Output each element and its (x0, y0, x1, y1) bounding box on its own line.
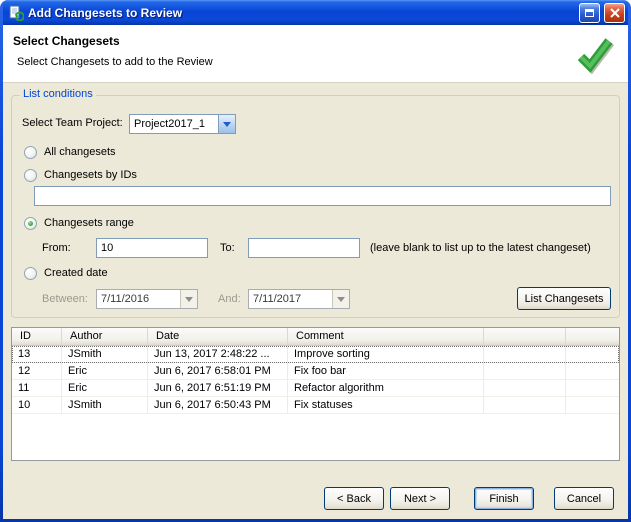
cell-author: Eric (62, 363, 148, 379)
between-date-value: 7/11/2016 (101, 293, 150, 305)
dialog-window: Add Changesets to Review Select Changese… (0, 0, 631, 522)
cell-blank (484, 380, 566, 396)
table-header-row: ID Author Date Comment (12, 328, 619, 346)
cell-date: Jun 6, 2017 6:51:19 PM (148, 380, 288, 396)
radio-changesets-range[interactable]: Changesets range (24, 216, 134, 230)
chevron-down-icon (223, 121, 231, 127)
radio-created-date[interactable]: Created date (24, 266, 108, 280)
cell-id: 12 (12, 363, 62, 379)
combo-dropdown-button[interactable] (218, 115, 235, 133)
radio-changesets-by-ids[interactable]: Changesets by IDs (24, 168, 137, 182)
to-label: To: (220, 242, 235, 254)
between-date-picker: 7/11/2016 (96, 289, 198, 309)
and-date-value: 7/11/2017 (253, 293, 302, 305)
radio-circle-icon (24, 145, 37, 159)
cell-date: Jun 6, 2017 6:50:43 PM (148, 397, 288, 413)
cell-date: Jun 13, 2017 2:48:22 ... (148, 346, 288, 362)
cell-author: JSmith (62, 346, 148, 362)
from-label: From: (42, 242, 71, 254)
radio-ids-label: Changesets by IDs (44, 169, 137, 181)
cell-id: 11 (12, 380, 62, 396)
cell-comment: Fix foo bar (288, 363, 484, 379)
range-hint: (leave blank to list up to the latest ch… (370, 242, 591, 254)
team-project-value: Project2017_1 (134, 118, 205, 130)
maximize-icon (585, 8, 594, 17)
cancel-button[interactable]: Cancel (554, 487, 614, 510)
radio-all-changesets[interactable]: All changesets (24, 145, 116, 159)
calendar-dropdown-button (332, 290, 349, 308)
close-button[interactable] (604, 2, 625, 23)
and-date-picker: 7/11/2017 (248, 289, 350, 309)
wizard-header: Select Changesets Select Changesets to a… (3, 25, 628, 83)
window-icon (8, 5, 25, 21)
list-changesets-button[interactable]: List Changesets (517, 287, 611, 310)
cell-id: 10 (12, 397, 62, 413)
dialog-client-area: Select Changesets Select Changesets to a… (3, 25, 628, 519)
cell-author: JSmith (62, 397, 148, 413)
radio-created-label: Created date (44, 267, 108, 279)
page-subtitle: Select Changesets to add to the Review (17, 56, 213, 68)
calendar-dropdown-button (180, 290, 197, 308)
column-header-comment[interactable]: Comment (288, 328, 484, 345)
group-legend: List conditions (20, 88, 96, 100)
cell-filler (566, 363, 619, 379)
chevron-down-icon (337, 296, 345, 302)
range-to-input[interactable] (248, 238, 360, 258)
cell-blank (484, 346, 566, 362)
cell-filler (566, 397, 619, 413)
radio-all-label: All changesets (44, 146, 116, 158)
radio-circle-icon (24, 168, 37, 182)
changesets-table: ID Author Date Comment 13 JSmith Jun 13,… (11, 327, 620, 461)
wizard-button-bar: < Back Next > Finish Cancel (324, 487, 614, 510)
maximize-button[interactable] (579, 2, 600, 23)
changeset-ids-input[interactable] (34, 186, 611, 206)
cell-date: Jun 6, 2017 6:58:01 PM (148, 363, 288, 379)
cell-author: Eric (62, 380, 148, 396)
list-conditions-group: List conditions Select Team Project: Pro… (11, 88, 620, 318)
back-button[interactable]: < Back (324, 487, 384, 510)
radio-circle-icon (24, 266, 37, 280)
cell-comment: Improve sorting (288, 346, 484, 362)
team-project-select[interactable]: Project2017_1 (129, 114, 236, 134)
cell-filler (566, 380, 619, 396)
radio-selected-icon (24, 216, 37, 230)
titlebar[interactable]: Add Changesets to Review (3, 0, 628, 25)
cell-blank (484, 397, 566, 413)
team-project-label: Select Team Project: (22, 117, 123, 129)
cell-filler (566, 346, 619, 362)
table-row[interactable]: 13 JSmith Jun 13, 2017 2:48:22 ... Impro… (12, 346, 619, 363)
finish-button[interactable]: Finish (474, 487, 534, 510)
column-header-author[interactable]: Author (62, 328, 148, 345)
chevron-down-icon (185, 296, 193, 302)
column-header-id[interactable]: ID (12, 328, 62, 345)
column-header-blank[interactable] (484, 328, 566, 345)
table-row[interactable]: 10 JSmith Jun 6, 2017 6:50:43 PM Fix sta… (12, 397, 619, 414)
table-row[interactable]: 11 Eric Jun 6, 2017 6:51:19 PM Refactor … (12, 380, 619, 397)
and-label: And: (218, 293, 241, 305)
table-row[interactable]: 12 Eric Jun 6, 2017 6:58:01 PM Fix foo b… (12, 363, 619, 380)
next-button[interactable]: Next > (390, 487, 450, 510)
cell-blank (484, 363, 566, 379)
column-header-filler (566, 328, 619, 345)
cell-comment: Fix statuses (288, 397, 484, 413)
close-icon (609, 7, 620, 18)
column-header-date[interactable]: Date (148, 328, 288, 345)
window-title: Add Changesets to Review (28, 5, 183, 20)
cell-comment: Refactor algorithm (288, 380, 484, 396)
radio-range-label: Changesets range (44, 217, 134, 229)
range-from-input[interactable] (96, 238, 208, 258)
page-title: Select Changesets (13, 34, 120, 48)
cell-id: 13 (12, 346, 62, 362)
between-label: Between: (42, 293, 88, 305)
green-checkmark-icon (572, 32, 616, 76)
